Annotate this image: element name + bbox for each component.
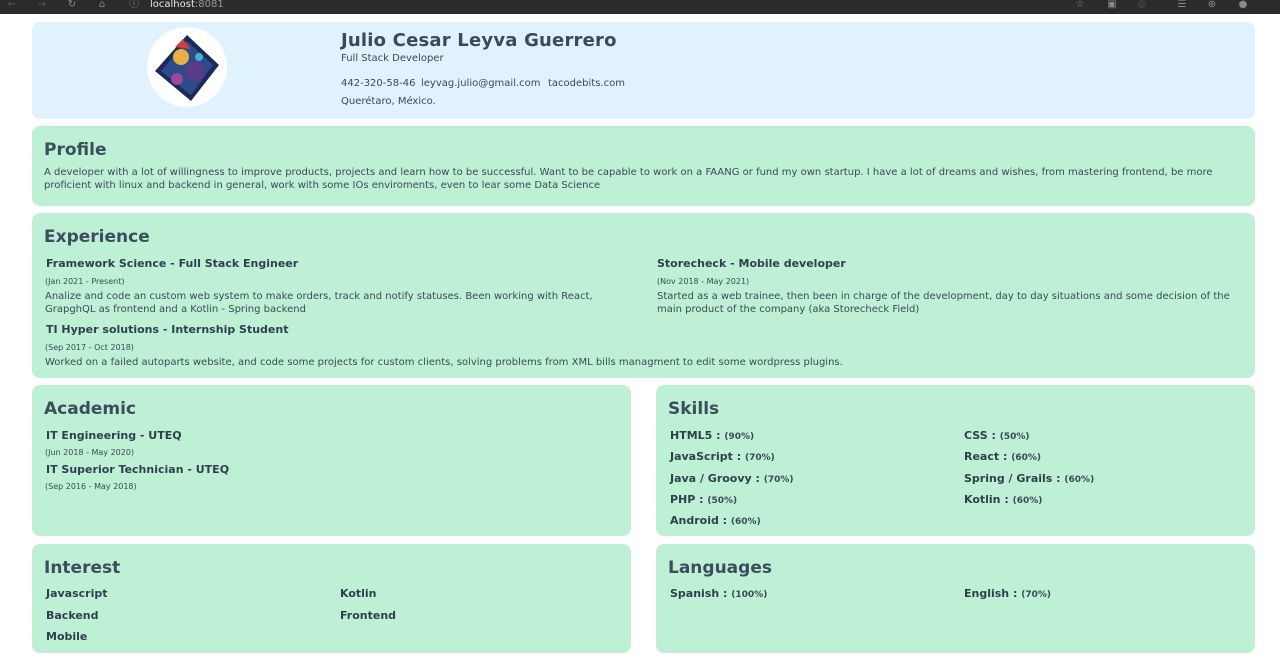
academic-title: Academic	[44, 399, 137, 419]
experience-card: Experience Framework Science - Full Stac…	[32, 213, 1255, 378]
skill-level: (60%)	[730, 517, 761, 527]
skill-name: JavaScript :	[670, 450, 742, 463]
skill-name: Spring / Grails :	[964, 472, 1061, 485]
favorites-icon[interactable]: ☰	[1174, 0, 1190, 14]
experience-item-title: Framework Science - Full Stack Engineer	[46, 257, 299, 270]
skill-name: Java / Groovy :	[670, 472, 760, 485]
interest-item: Javascript	[46, 587, 108, 600]
experience-item-date: (Jan 2021 - Present)	[45, 277, 125, 286]
location-text: Querétaro, México.	[341, 96, 436, 107]
skill-level: (90%)	[724, 432, 755, 442]
skills-card: Skills HTML5 : (90%) CSS : (50%) JavaScr…	[656, 385, 1255, 536]
language-item: English : (70%)	[964, 587, 1051, 600]
skill-level: (50%)	[999, 432, 1030, 442]
skill-item: CSS : (50%)	[964, 429, 1029, 442]
skill-item: Android : (60%)	[670, 514, 761, 527]
browser-toolbar: ← → ↻ ⌂ ⓘ localhost:8081 ☆ ▣ ◎ ☰ ⊕ ●	[0, 0, 1280, 14]
back-icon[interactable]: ←	[4, 0, 20, 14]
skill-name: PHP :	[670, 493, 704, 506]
academic-item-date: (Jun 2018 - May 2020)	[45, 448, 135, 457]
info-icon[interactable]: ⓘ	[126, 0, 142, 14]
academic-item-date: (Sep 2016 - May 2018)	[45, 482, 137, 491]
home-icon[interactable]: ⌂	[94, 0, 110, 14]
academic-item-title: IT Engineering - UTEQ	[46, 429, 182, 442]
forward-icon[interactable]: →	[34, 0, 50, 14]
address-bar[interactable]: localhost:8081	[150, 0, 224, 14]
experience-item-description: Started as a web trainee, then been in c…	[657, 291, 1230, 315]
header-card: Julio Cesar Leyva Guerrero Full Stack De…	[32, 22, 1255, 119]
skill-item: Kotlin : (60%)	[964, 493, 1042, 506]
skill-name: Android :	[670, 514, 728, 527]
interest-item: Kotlin	[340, 587, 377, 600]
interest-item: Mobile	[46, 630, 88, 643]
interest-item: Backend	[46, 609, 99, 622]
academic-card: Academic IT Engineering - UTEQ (Jun 2018…	[32, 385, 631, 536]
collections-icon[interactable]: ▣	[1104, 0, 1120, 14]
skill-level: (70%)	[744, 453, 775, 463]
extension-icon[interactable]: ◎	[1134, 0, 1150, 14]
email-link[interactable]: leyvag.julio@gmail.com	[421, 78, 541, 89]
skill-item: React : (60%)	[964, 450, 1041, 463]
skill-name: React :	[964, 450, 1008, 463]
languages-card: Languages Spanish : (100%) English : (70…	[656, 544, 1255, 653]
interest-card: Interest Javascript Kotlin Backend Front…	[32, 544, 631, 653]
skill-name: HTML5 :	[670, 429, 721, 442]
phone-text: 442-320-58-46	[341, 78, 416, 89]
skill-item: Java / Groovy : (70%)	[670, 472, 794, 485]
experience-item-title: TI Hyper solutions - Internship Student	[46, 323, 289, 336]
skills-title: Skills	[668, 399, 720, 419]
skill-item: Spring / Grails : (60%)	[964, 472, 1094, 485]
avatar	[147, 27, 227, 107]
reload-icon[interactable]: ↻	[64, 0, 80, 14]
skill-item: PHP : (50%)	[670, 493, 737, 506]
language-level: (70%)	[1021, 590, 1051, 600]
skill-name: CSS :	[964, 429, 996, 442]
language-name: Spanish :	[670, 587, 728, 600]
profile-name: Julio Cesar Leyva Guerrero	[341, 30, 617, 51]
language-level: (100%)	[731, 590, 768, 600]
favorites-add-icon[interactable]: ☆	[1072, 0, 1088, 14]
skill-item: HTML5 : (90%)	[670, 429, 754, 442]
language-item: Spanish : (100%)	[670, 587, 767, 600]
skill-name: Kotlin :	[964, 493, 1009, 506]
collections-menu-icon[interactable]: ⊕	[1204, 0, 1220, 14]
interest-title: Interest	[44, 558, 121, 578]
profile-card: Profile A developer with a lot of willin…	[32, 126, 1255, 206]
interest-item: Frontend	[340, 609, 397, 622]
experience-title: Experience	[44, 227, 150, 247]
profile-title: Profile	[44, 140, 107, 160]
experience-item-date: (Sep 2017 - Oct 2018)	[45, 343, 134, 352]
academic-item-title: IT Superior Technician - UTEQ	[46, 463, 230, 476]
avatar-image	[147, 27, 227, 107]
experience-item-date: (Nov 2018 - May 2021)	[657, 277, 750, 286]
experience-item-description: Analize and code an custom web system to…	[45, 291, 593, 315]
skill-item: JavaScript : (70%)	[670, 450, 775, 463]
skill-level: (60%)	[1012, 496, 1043, 506]
skill-level: (60%)	[1064, 475, 1095, 485]
experience-item-description: Worked on a failed autoparts website, an…	[45, 357, 843, 368]
profile-avatar-icon[interactable]: ●	[1235, 0, 1251, 14]
website-link[interactable]: tacodebits.com	[548, 78, 625, 89]
languages-title: Languages	[668, 558, 772, 578]
profile-text: A developer with a lot of willingness to…	[44, 167, 1213, 191]
profile-role: Full Stack Developer	[341, 53, 444, 64]
skill-level: (70%)	[763, 475, 794, 485]
language-name: English :	[964, 587, 1018, 600]
skill-level: (50%)	[707, 496, 738, 506]
experience-item-title: Storecheck - Mobile developer	[657, 257, 846, 270]
skill-level: (60%)	[1011, 453, 1041, 463]
